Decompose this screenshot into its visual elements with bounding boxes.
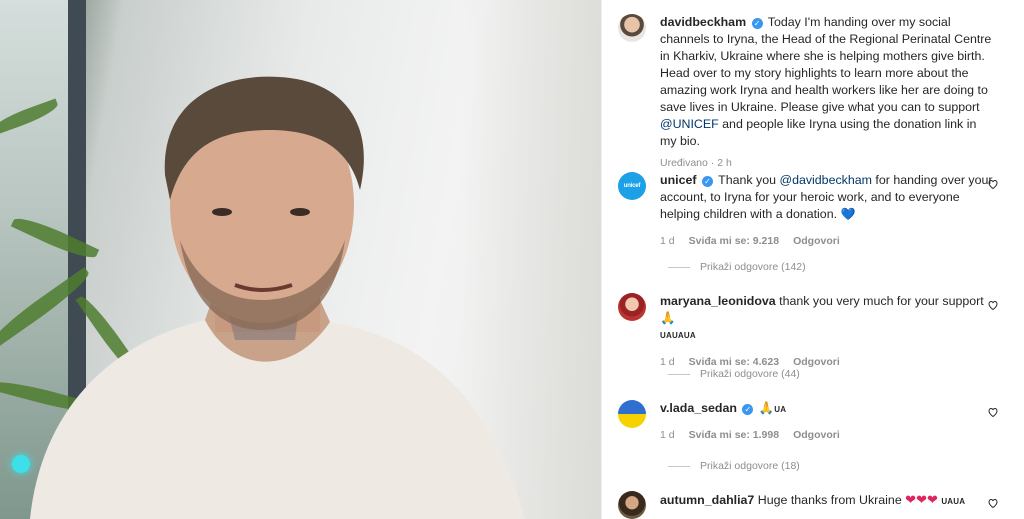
- praying-hands-icon: 🙏: [758, 401, 775, 415]
- verified-badge-icon: ✓: [742, 404, 754, 415]
- blue-heart-icon: 💙: [840, 207, 856, 221]
- person-in-video: [30, 76, 525, 519]
- comment-username[interactable]: autumn_dahlia7: [660, 493, 754, 507]
- like-heart-icon[interactable]: [987, 299, 999, 311]
- reply-button[interactable]: Odgovori: [793, 427, 840, 444]
- comment-text: thank you very much for your support: [779, 294, 984, 308]
- post-meta: Uređivano · 2 h: [660, 157, 732, 169]
- view-replies-button[interactable]: Prikaži odgovore (44): [668, 368, 800, 380]
- comment-age: 1 d: [660, 429, 675, 441]
- view-replies-button[interactable]: Prikaži odgovore (142): [668, 261, 806, 273]
- comment-text: Thank you: [718, 173, 777, 187]
- comment-item: autumn_dahlia7 Huge thanks from Ukraine …: [618, 491, 1009, 519]
- flag-tag: UAUA: [941, 497, 966, 506]
- flag-tag: UA: [774, 405, 787, 414]
- comment-item: v.lada_sedan ✓ 🙏UA 1 d Sviđa mi se: 1.99…: [618, 400, 1009, 444]
- like-heart-icon[interactable]: [987, 406, 999, 418]
- praying-hands-icon: 🙏: [660, 311, 676, 325]
- commenter-avatar[interactable]: unicef: [618, 172, 646, 200]
- comment-item: maryana_leonidova thank you very much fo…: [618, 293, 1009, 371]
- commenter-avatar[interactable]: [618, 293, 646, 321]
- comment-username[interactable]: maryana_leonidova: [660, 294, 776, 308]
- verified-badge-icon: ✓: [751, 18, 763, 29]
- like-heart-icon[interactable]: [987, 497, 999, 509]
- media-indicator-icon: [12, 455, 30, 473]
- flag-tag: UAUAUA: [660, 331, 696, 340]
- comment-username[interactable]: v.lada_sedan: [660, 401, 737, 415]
- comment-age: 1 d: [660, 235, 675, 247]
- caption-text: Today I'm handing over my social channel…: [660, 15, 992, 114]
- commenter-avatar[interactable]: [618, 400, 646, 428]
- caption-mention-link[interactable]: @UNICEF: [660, 117, 719, 131]
- author-avatar[interactable]: [618, 14, 646, 42]
- red-heart-icon: ❤❤❤: [905, 492, 938, 507]
- post-media[interactable]: [0, 0, 601, 519]
- author-username[interactable]: davidbeckham: [660, 15, 746, 29]
- instagram-post-view: davidbeckham ✓ Today I'm handing over my…: [0, 0, 1024, 519]
- comments-panel: davidbeckham ✓ Today I'm handing over my…: [601, 0, 1024, 519]
- verified-badge-icon: ✓: [701, 176, 713, 187]
- comment-username[interactable]: unicef: [660, 173, 697, 187]
- comment-item: unicef unicef ✓ Thank you @davidbeckham …: [618, 172, 1009, 250]
- commenter-avatar[interactable]: [618, 491, 646, 519]
- comment-text: Huge thanks from Ukraine: [757, 493, 902, 507]
- view-replies-button[interactable]: Prikaži odgovore (18): [668, 460, 800, 472]
- comment-mention-link[interactable]: @davidbeckham: [779, 173, 871, 187]
- reply-button[interactable]: Odgovori: [793, 233, 840, 250]
- reply-button[interactable]: Odgovori: [793, 354, 840, 371]
- comment-likes-link[interactable]: Sviđa mi se: 1.998: [689, 427, 779, 444]
- post-caption: davidbeckham ✓ Today I'm handing over my…: [618, 14, 1008, 169]
- comment-likes-link[interactable]: Sviđa mi se: 9.218: [689, 233, 779, 250]
- like-heart-icon[interactable]: [987, 178, 999, 190]
